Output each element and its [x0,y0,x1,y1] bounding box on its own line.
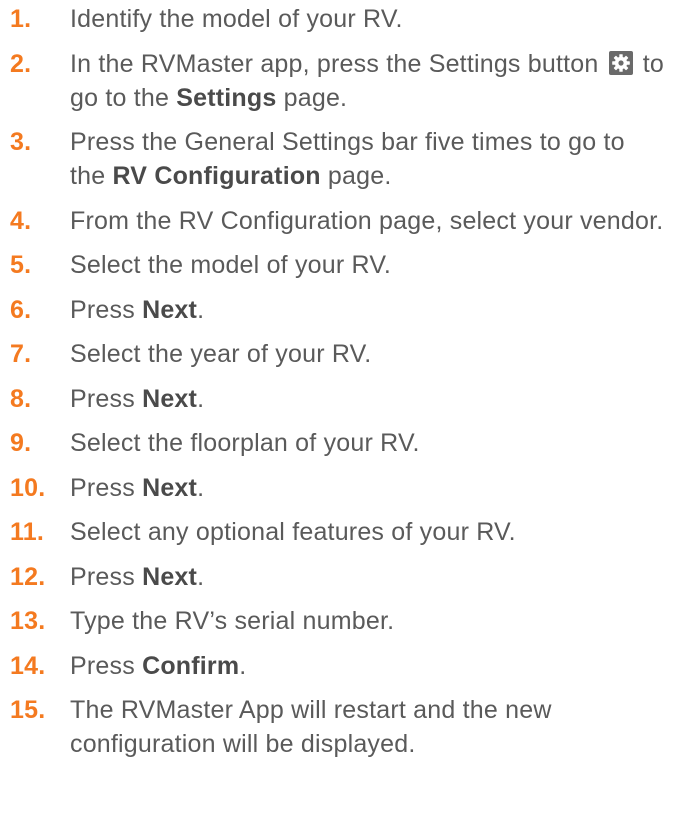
step-text: In the RVMaster app, press the Settings … [70,50,664,112]
step-text: From the RV Configuration page, select y… [70,207,663,235]
emphasized-ui-label: RV Configuration [112,162,321,190]
list-item-step-15: 15. The RVMaster App will restart and the… [0,693,673,761]
list-item-step-5: 5. Select the model of your RV. [0,248,673,282]
step-number: 2. [10,49,32,78]
step-text: Identify the model of your RV. [70,5,403,33]
instruction-steps-list: 1. Identify the model of your RV. 2. In the… [0,2,673,761]
list-item-step-4: 4. From the RV Configuration page, select… [0,204,673,238]
step-text: Select any optional features of your RV. [70,518,516,546]
step-number: 10. [10,473,46,502]
step-text-segment: page. [320,162,392,190]
step-text-segment: Select the floorplan of your RV. [70,429,420,457]
step-text-segment: page. [276,83,348,112]
step-number: 8. [10,384,32,413]
list-item-step-8: 8. Press Next. [0,382,673,416]
list-item-step-3: 3. Press the General Settings bar five ti… [0,125,673,193]
emphasized-ui-label: Next [142,384,198,413]
emphasized-ui-label: Next [142,295,198,324]
step-number: 1. [10,5,32,33]
step-number: 3. [10,128,32,156]
step-text-segment: Select the model of your RV. [70,251,392,279]
step-text-segment: Type the RV’s serial number. [70,607,395,635]
step-number: 6. [10,295,32,324]
step-text-segment: Identify the model of your RV. [70,5,403,33]
step-text-segment: . [197,295,205,324]
step-text: The RVMaster App will restart and the ne… [70,696,552,758]
step-text-segment: Press [70,473,143,502]
step-text-segment: . [197,473,205,502]
list-item-step-14: 14. Press Confirm. [0,649,673,683]
step-text: Press Next. [70,296,204,324]
list-item-step-6: 6. Press Next. [0,293,673,327]
step-text-segment: Select the year of your RV. [70,340,372,368]
emphasized-ui-label: Settings [176,83,277,112]
list-item-step-11: 11. Select any optional features of your … [0,515,673,549]
step-number: 4. [10,206,32,235]
settings-gear-icon [608,50,633,75]
step-text: Select the model of your RV. [70,251,391,279]
document-page: 1. Identify the model of your RV. 2. In the… [0,0,673,814]
step-text-segment: Press [70,651,143,680]
step-text-segment: Select any optional features of your RV. [70,518,516,546]
step-text: Press Next. [70,474,204,502]
step-number: 14. [10,651,46,680]
step-number: 9. [10,429,32,457]
step-number: 7. [10,340,32,368]
list-item-step-1: 1. Identify the model of your RV. [0,2,673,36]
step-text-segment: . [197,562,205,591]
step-text-segment: Press [70,562,143,591]
step-text-segment: . [239,651,247,680]
step-text-segment: In the RVMaster app, press the Settings … [70,49,606,78]
emphasized-ui-label: Next [142,473,198,502]
step-text: Press Next. [70,563,204,591]
list-item-step-9: 9. Select the floorplan of your RV. [0,426,673,460]
step-text: Select the floorplan of your RV. [70,429,420,457]
step-number: 15. [10,696,46,724]
step-text-segment: . [197,384,205,413]
emphasized-ui-label: Next [142,562,198,591]
step-text-segment: From the RV Configuration page, select y… [70,206,664,235]
step-text-segment: Press [70,384,143,413]
emphasized-ui-label: Confirm [142,651,240,680]
step-number: 13. [10,607,46,635]
step-text: Press Next. [70,385,204,413]
step-text-segment: The RVMaster App will restart and the ne… [70,696,552,758]
step-text-segment: Press [70,295,143,324]
step-number: 11. [10,518,44,546]
list-item-step-7: 7. Select the year of your RV. [0,337,673,371]
step-text: Press Confirm. [70,652,246,680]
step-number: 5. [10,251,32,279]
list-item-step-2: 2. In the RVMaster app, press the Setting… [0,47,673,115]
list-item-step-13: 13. Type the RV’s serial number. [0,604,673,638]
list-item-step-12: 12. Press Next. [0,560,673,594]
step-number: 12. [10,562,46,591]
step-text: Press the General Settings bar five time… [70,128,625,190]
list-item-step-10: 10. Press Next. [0,471,673,505]
step-text: Select the year of your RV. [70,340,371,368]
step-text: Type the RV’s serial number. [70,607,394,635]
